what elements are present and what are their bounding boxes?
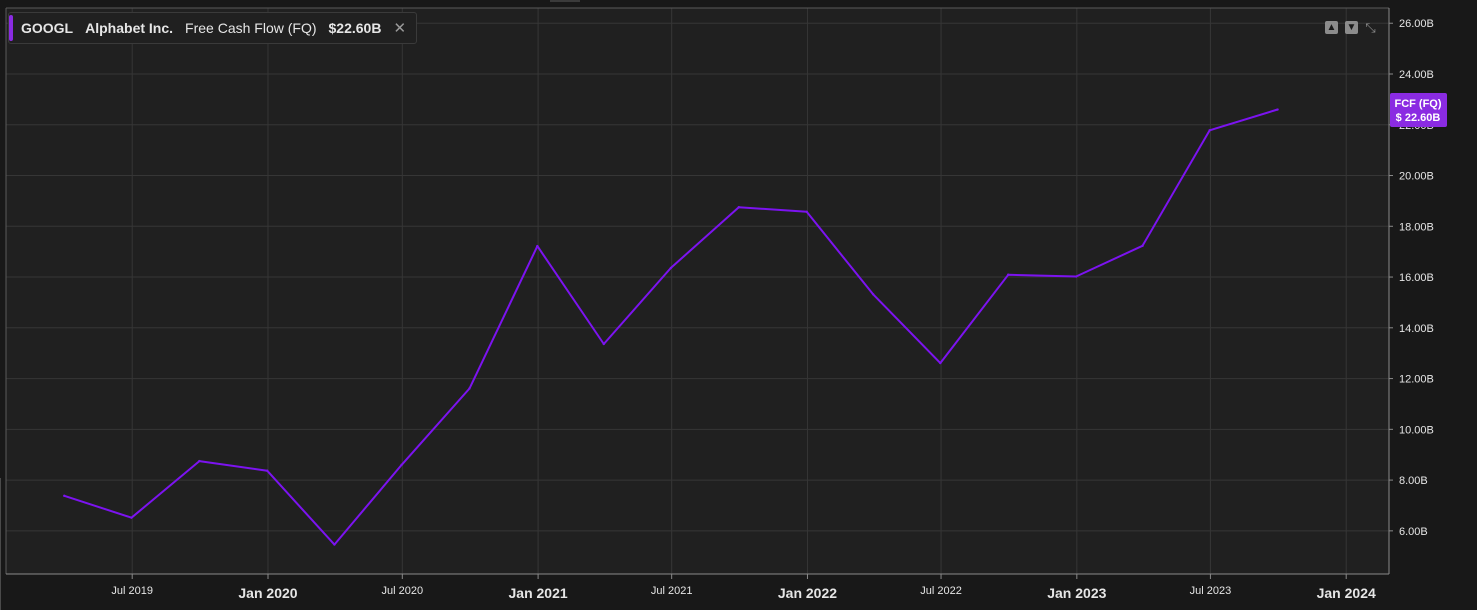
x-tick-label: Jul 2022 <box>920 585 962 597</box>
collapse-icon[interactable]: ⤡ <box>1364 21 1377 34</box>
data-point <box>1208 129 1211 132</box>
data-point <box>669 266 673 270</box>
close-icon[interactable]: ✕ <box>393 19 406 37</box>
x-tick-label: Jul 2021 <box>651 585 693 597</box>
chart-svg: 6.00B 8.00B 10.00B 12.00B 14.00B 16.00B 18.00B… <box>5 7 1447 601</box>
price-tag-label: FCF (FQ) <box>1394 98 1441 110</box>
plot-background <box>6 8 1389 574</box>
x-tick-label: Jul 2020 <box>382 585 424 597</box>
data-point <box>871 293 875 296</box>
data-point <box>805 210 808 214</box>
y-tick-label: 6.00B <box>1399 526 1428 538</box>
x-tick-label: Jul 2019 <box>111 585 153 597</box>
x-tick-label: Jan 2021 <box>509 585 568 601</box>
data-point <box>1074 275 1078 278</box>
legend-value: $22.60B <box>328 20 382 36</box>
top-scroll-strip <box>550 0 580 2</box>
data-point <box>1141 244 1144 248</box>
data-point <box>198 459 201 463</box>
y-tick-label: 24.00B <box>1399 69 1434 81</box>
x-tick-label: Jan 2022 <box>778 585 837 601</box>
data-point <box>63 494 66 498</box>
y-tick-label: 20.00B <box>1399 171 1434 183</box>
x-tick-label: Jul 2023 <box>1190 585 1232 597</box>
move-up-icon[interactable]: ▲ <box>1325 21 1338 34</box>
x-tick-label: Jan 2020 <box>238 585 297 601</box>
y-tick-label: 8.00B <box>1399 475 1428 487</box>
data-point <box>400 463 403 467</box>
data-point <box>1006 273 1010 276</box>
chart-area: 6.00B 8.00B 10.00B 12.00B 14.00B 16.00B 18.00B… <box>0 0 1477 610</box>
legend-metric: Free Cash Flow (FQ) <box>185 20 317 36</box>
data-point <box>602 342 605 346</box>
legend-symbol: GOOGL <box>21 20 74 36</box>
data-point <box>468 387 471 390</box>
left-edge-rule <box>0 478 1 610</box>
price-tag-value: $ 22.60B <box>1396 112 1441 124</box>
legend-color-swatch <box>9 15 13 41</box>
y-tick-label: 18.00B <box>1399 221 1434 233</box>
data-point <box>939 361 942 365</box>
data-point <box>1276 108 1279 111</box>
x-tick-label: Jan 2024 <box>1317 585 1376 601</box>
move-down-icon[interactable]: ▼ <box>1345 21 1358 34</box>
y-tick-label: 16.00B <box>1399 272 1434 284</box>
legend-company: Alphabet Inc. <box>85 20 174 36</box>
data-point <box>266 469 269 472</box>
price-tag: FCF (FQ) $ 22.60B <box>1390 93 1447 127</box>
data-point <box>333 543 336 546</box>
x-tick-label: Jan 2023 <box>1047 585 1106 601</box>
data-point <box>737 206 741 209</box>
y-tick-label: 26.00B <box>1399 18 1434 30</box>
series-legend[interactable]: GOOGL Alphabet Inc. Free Cash Flow (FQ) … <box>8 12 418 44</box>
data-point <box>130 516 133 519</box>
y-tick-label: 12.00B <box>1399 374 1434 386</box>
y-tick-label: 14.00B <box>1399 323 1434 335</box>
y-tick-label: 10.00B <box>1399 424 1434 436</box>
data-point <box>536 244 539 248</box>
